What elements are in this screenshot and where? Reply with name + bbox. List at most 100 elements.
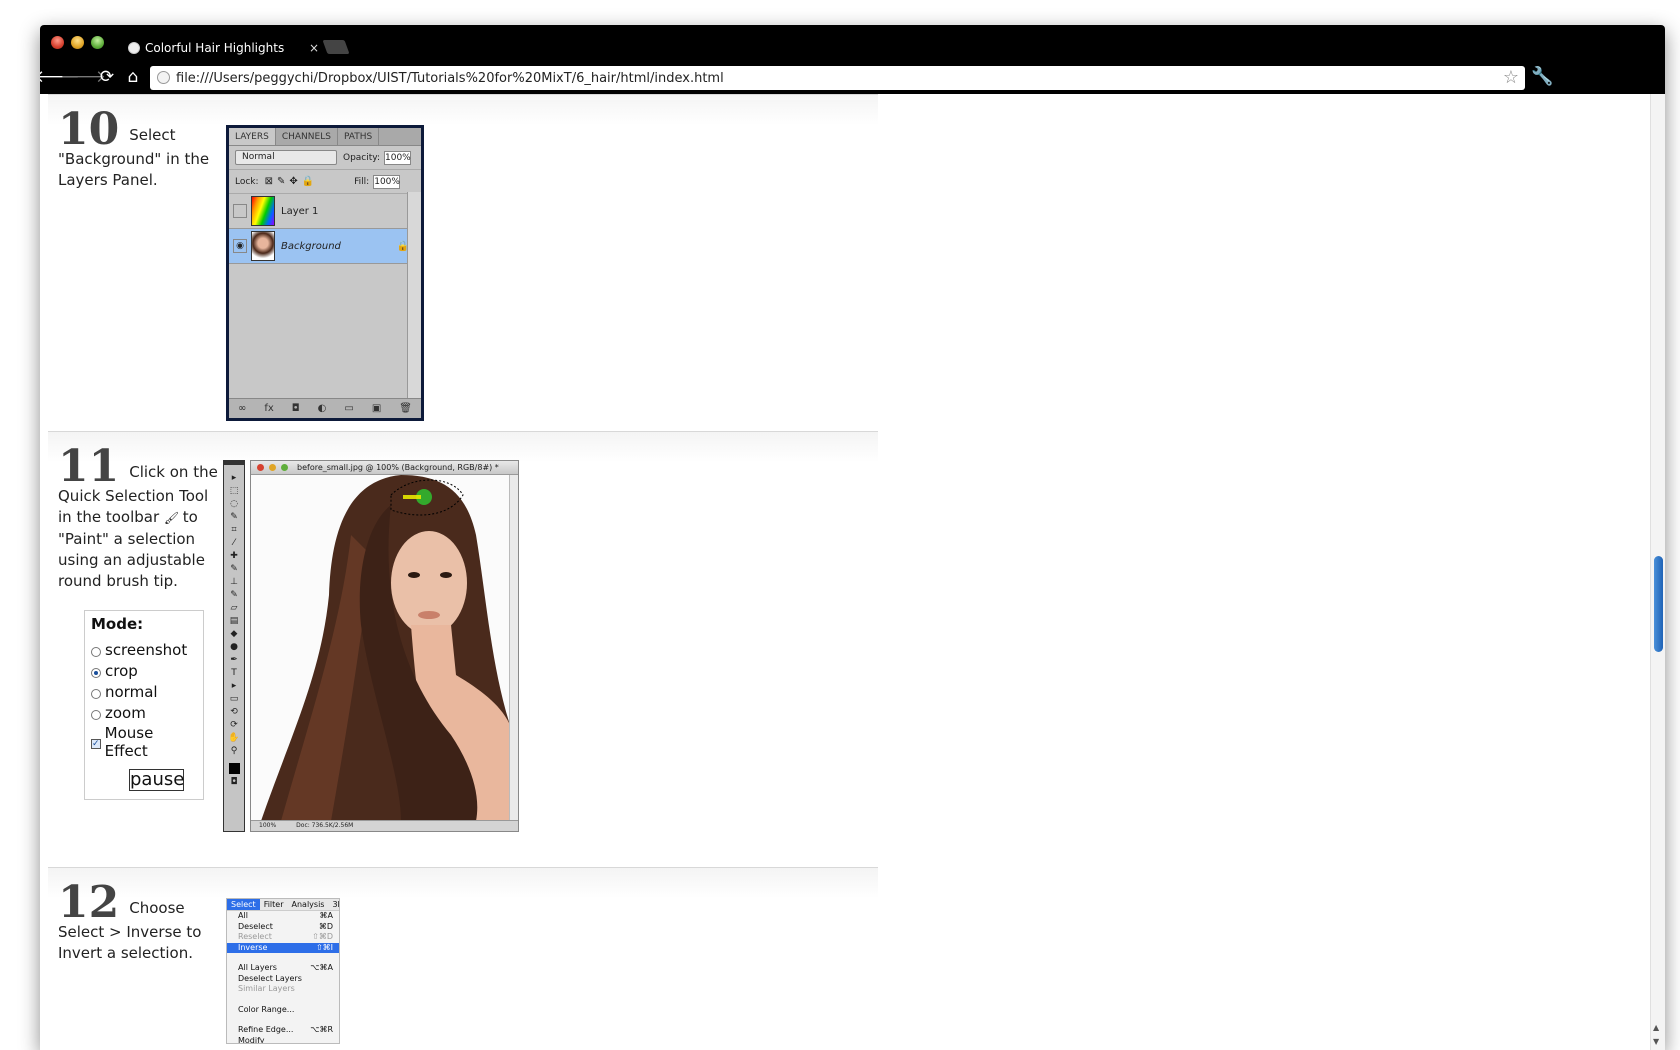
brush-icon: ✎: [230, 564, 238, 574]
new-tab-button[interactable]: [322, 40, 350, 54]
pause-button[interactable]: pause: [129, 769, 184, 791]
minimize-window-button[interactable]: [71, 36, 84, 49]
close-window-button[interactable]: [51, 36, 64, 49]
opacity-field: 100%: [384, 150, 411, 165]
opacity-label: Opacity:: [343, 152, 380, 163]
tab-layers: LAYERS: [229, 128, 276, 145]
mode-option-crop[interactable]: crop: [91, 660, 197, 681]
menu-item-color-range: Color Range...: [238, 1004, 295, 1014]
scrollbar-thumb[interactable]: [1654, 556, 1663, 652]
radio-crop[interactable]: [91, 667, 101, 678]
eye-icon: ◉: [233, 239, 247, 253]
step-number: 12: [58, 877, 120, 928]
wrench-icon[interactable]: 🔧: [1531, 66, 1553, 87]
quick-selection-icon: ✎: [230, 512, 238, 522]
tab-title: Colorful Hair Highlights: [145, 41, 285, 55]
layers-footer: ∞ fx ◘ ◐ ▭ ▣ 🗑: [229, 398, 421, 418]
browser-toolbar: 🡐 🡒 ⟳ ⌂ file:///Users/peggychi/Dropbox/U…: [40, 62, 1665, 94]
mode-control: Mode: screenshot crop normal zoom ✓ Mous…: [84, 610, 204, 800]
menu-select: Select: [227, 899, 260, 910]
radio-zoom[interactable]: [91, 709, 101, 720]
doc-close-dot: [257, 464, 264, 471]
step-number: 10: [58, 104, 120, 155]
step-text: 12 Choose Select > Inverse to Invert a se…: [58, 881, 220, 964]
menu-item-all-layers: All Layers ⌥⌘A: [238, 963, 333, 972]
lasso-tool-icon: ◌: [230, 499, 238, 509]
menu-filter: Filter: [263, 900, 284, 909]
visibility-toggle: [233, 204, 247, 218]
step-12: 12 Choose Select > Inverse to Invert a se…: [48, 867, 878, 1050]
3d-rotate-icon: ⟲: [230, 707, 238, 717]
browser-tab[interactable]: Colorful Hair Highlights ×: [118, 34, 323, 62]
home-icon[interactable]: ⌂: [122, 66, 144, 88]
page-scrollbar[interactable]: ▲ ▼: [1650, 94, 1665, 1050]
step-10: 10 Select "Background" in the Layers Pane…: [48, 94, 878, 431]
dodge-icon: ●: [230, 642, 238, 652]
document-title: before_small.jpg @ 100% (Background, RGB…: [297, 463, 499, 472]
pen-icon: ✒: [230, 655, 238, 665]
layer-thumbnail: [251, 231, 275, 261]
shape-icon: ▭: [229, 694, 239, 704]
mode-option-normal[interactable]: normal: [91, 681, 197, 702]
eraser-icon: ▱: [230, 603, 238, 613]
zoom-level: 100%: [259, 822, 277, 829]
layer-name: Layer 1: [281, 205, 319, 217]
link-icon: ∞: [237, 403, 247, 414]
mouse-effect-option[interactable]: ✓ Mouse Effect: [91, 724, 197, 760]
menu-separator: [227, 995, 339, 1005]
mode-option-zoom[interactable]: zoom: [91, 702, 197, 723]
layers-panel-tabs: LAYERS CHANNELS PATHS: [229, 128, 421, 146]
scroll-up-arrow-icon[interactable]: ▲: [1653, 1023, 1659, 1032]
document-status-bar: 100% Doc: 736.5K/2.56M: [251, 820, 518, 831]
scroll-down-arrow-icon[interactable]: ▼: [1653, 1037, 1659, 1046]
bookmark-star-icon[interactable]: ☆: [1503, 67, 1519, 88]
menu-item-all: All ⌘A: [238, 911, 333, 920]
mask-icon: ◘: [291, 403, 300, 414]
mode-label: screenshot: [105, 640, 188, 659]
3d-orbit-icon: ⟳: [230, 720, 238, 730]
new-layer-icon: ▣: [371, 403, 382, 414]
tab-close-icon[interactable]: ×: [309, 41, 319, 55]
blur-icon: ◆: [230, 629, 238, 639]
trash-icon: 🗑: [399, 403, 412, 414]
mouse-effect-label: Mouse Effect: [104, 723, 154, 760]
radio-normal[interactable]: [91, 688, 101, 699]
stamp-icon: ⊥: [230, 577, 238, 587]
blend-row: Normal Opacity: 100%: [229, 146, 421, 170]
step-text: 11 Click on the Quick Selection Tool in t…: [58, 445, 220, 592]
hand-icon: ✋: [228, 733, 240, 743]
photoshop-toolbar-screenshot: ▸ ⬚ ◌ ✎ ⌗ ⁄ ✚ ✎ ⊥ ✎ ▱ ▤ ◆ ● ✒ T ▸ ▭ ⟲ ⟳: [223, 460, 245, 832]
portrait-photo: [251, 475, 510, 821]
type-icon: T: [231, 668, 237, 678]
radio-screenshot[interactable]: [91, 646, 101, 657]
mode-option-screenshot[interactable]: screenshot: [91, 639, 197, 660]
page-icon: [157, 71, 170, 84]
document-titlebar: before_small.jpg @ 100% (Background, RGB…: [251, 461, 518, 475]
document-size: Doc: 736.5K/2.56M: [296, 822, 354, 829]
reload-icon[interactable]: ⟳: [96, 66, 118, 88]
globe-icon: [128, 42, 140, 54]
crop-tool-icon: ⌗: [231, 525, 237, 535]
adjustment-icon: ◐: [317, 403, 327, 414]
title-bar: Colorful Hair Highlights ×: [40, 25, 1665, 62]
layer-row-layer1: Layer 1: [229, 194, 421, 229]
quick-selection-tool-icon: 🖌: [163, 511, 180, 525]
move-tool-icon: ▸: [231, 473, 237, 483]
menu-separator: [227, 953, 339, 963]
tab-paths: PATHS: [338, 128, 380, 145]
menu-item-inverse: Inverse ⇧⌘I: [227, 942, 339, 953]
fill-field: 100%: [373, 174, 401, 189]
path-select-icon: ▸: [231, 681, 237, 691]
mouse-effect-checkbox[interactable]: ✓: [91, 738, 101, 749]
address-bar[interactable]: file:///Users/peggychi/Dropbox/UIST/Tuto…: [150, 66, 1525, 90]
url-text[interactable]: file:///Users/peggychi/Dropbox/UIST/Tuto…: [176, 71, 724, 86]
forward-arrow-icon[interactable]: 🡒: [60, 66, 106, 88]
foreground-color-swatch: [228, 763, 240, 774]
zoom-window-button[interactable]: [91, 36, 104, 49]
browser-window: Colorful Hair Highlights × 🡐 🡒 ⟳ ⌂ file:…: [40, 25, 1665, 1050]
lock-label: Lock:: [235, 176, 259, 187]
step-number: 11: [58, 441, 120, 492]
zoom-icon: ⚲: [230, 746, 238, 756]
document-scrollbar: [509, 475, 518, 820]
fx-icon: fx: [264, 403, 274, 414]
